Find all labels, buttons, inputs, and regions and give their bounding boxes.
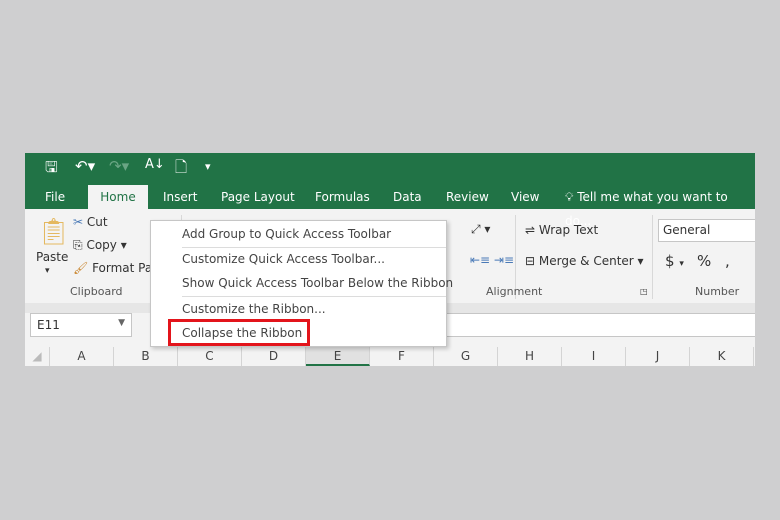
column-header-c[interactable]: C xyxy=(178,347,242,366)
tab-home[interactable]: Home xyxy=(88,185,148,209)
merge-icon: ⊟ xyxy=(525,254,536,268)
cut-button[interactable]: ✂ Cut xyxy=(73,215,108,229)
tab-data[interactable]: Data xyxy=(383,185,432,209)
wrap-text-icon: ⇌ xyxy=(525,223,536,237)
percent-button[interactable]: % xyxy=(697,252,711,270)
tell-me-box[interactable]: 💡︎ Tell me what you want to do... xyxy=(555,185,755,228)
orientation-button[interactable]: ⤢ ▾ xyxy=(471,222,490,237)
copy-icon: ⎘ xyxy=(73,238,83,252)
column-header-h[interactable]: H xyxy=(498,347,562,366)
scissors-icon: ✂ xyxy=(73,215,84,229)
brush-icon: 🖌︎ xyxy=(73,261,89,275)
sort-icon[interactable]: A↓ xyxy=(145,157,165,172)
column-header-j[interactable]: J xyxy=(626,347,690,366)
alignment-group-label: Alignment xyxy=(486,285,543,298)
new-document-icon[interactable]: 🗋 xyxy=(175,157,187,182)
paste-icon[interactable]: 📋︎ xyxy=(37,217,70,247)
column-header-e[interactable]: E xyxy=(306,347,370,366)
column-header-g[interactable]: G xyxy=(434,347,498,366)
menu-item-show-qat-below[interactable]: Show Quick Access Toolbar Below the Ribb… xyxy=(182,276,453,290)
title-bar: 🖫 ↶▾ ↷▾ A↓ 🗋 ▾ File Home Insert Page Lay… xyxy=(25,153,755,228)
customize-qat-icon[interactable]: ▾ xyxy=(205,160,211,173)
number-group-label: Number xyxy=(695,285,740,298)
highlight-box xyxy=(168,319,310,346)
clipboard-group-label: Clipboard xyxy=(70,285,123,298)
number-format-select[interactable]: General xyxy=(658,219,755,242)
menu-item-customize-qat[interactable]: Customize Quick Access Toolbar... xyxy=(182,252,385,266)
formula-bar[interactable] xyxy=(445,313,755,337)
tab-insert[interactable]: Insert xyxy=(153,185,207,209)
merge-center-button[interactable]: ⊟ Merge & Center ▾ xyxy=(525,254,644,268)
save-icon[interactable]: 🖫 xyxy=(45,157,58,182)
tab-page-layout[interactable]: Page Layout xyxy=(211,185,305,209)
name-box-dropdown-icon: ▼ xyxy=(118,318,125,328)
indent-buttons[interactable]: ⇤≡ ⇥≡ xyxy=(470,253,514,267)
column-header-d[interactable]: D xyxy=(242,347,306,366)
alignment-launcher-icon[interactable]: ◳ xyxy=(640,287,648,296)
menu-item-customize-ribbon[interactable]: Customize the Ribbon... xyxy=(182,302,326,316)
tab-file[interactable]: File xyxy=(35,185,75,209)
column-header-k[interactable]: K xyxy=(690,347,754,366)
column-header-f[interactable]: F xyxy=(370,347,434,366)
column-header-i[interactable]: I xyxy=(562,347,626,366)
copy-button[interactable]: ⎘ Copy ▾ xyxy=(73,238,127,253)
undo-icon[interactable]: ↶▾ xyxy=(75,157,95,175)
column-header-b[interactable]: B xyxy=(114,347,178,366)
wrap-text-button[interactable]: ⇌ Wrap Text xyxy=(525,223,598,237)
tab-review[interactable]: Review xyxy=(436,185,499,209)
column-header-a[interactable]: A xyxy=(50,347,114,366)
select-all-corner[interactable]: ◢ xyxy=(25,347,50,366)
menu-item-add-group-qat[interactable]: Add Group to Quick Access Toolbar xyxy=(182,227,391,241)
paste-button[interactable]: Paste xyxy=(36,250,68,264)
paste-dropdown-icon[interactable]: ▾ xyxy=(45,266,50,276)
tab-view[interactable]: View xyxy=(501,185,549,209)
currency-button[interactable]: $ ▾ xyxy=(665,252,684,270)
format-painter-button[interactable]: 🖌︎ Format Pai xyxy=(73,261,156,275)
tab-formulas[interactable]: Formulas xyxy=(305,185,380,209)
name-box[interactable]: E11 ▼ xyxy=(30,313,132,337)
comma-button[interactable]: , xyxy=(725,252,730,270)
lightbulb-icon: 💡︎ xyxy=(565,190,574,204)
redo-icon: ↷▾ xyxy=(109,157,130,175)
